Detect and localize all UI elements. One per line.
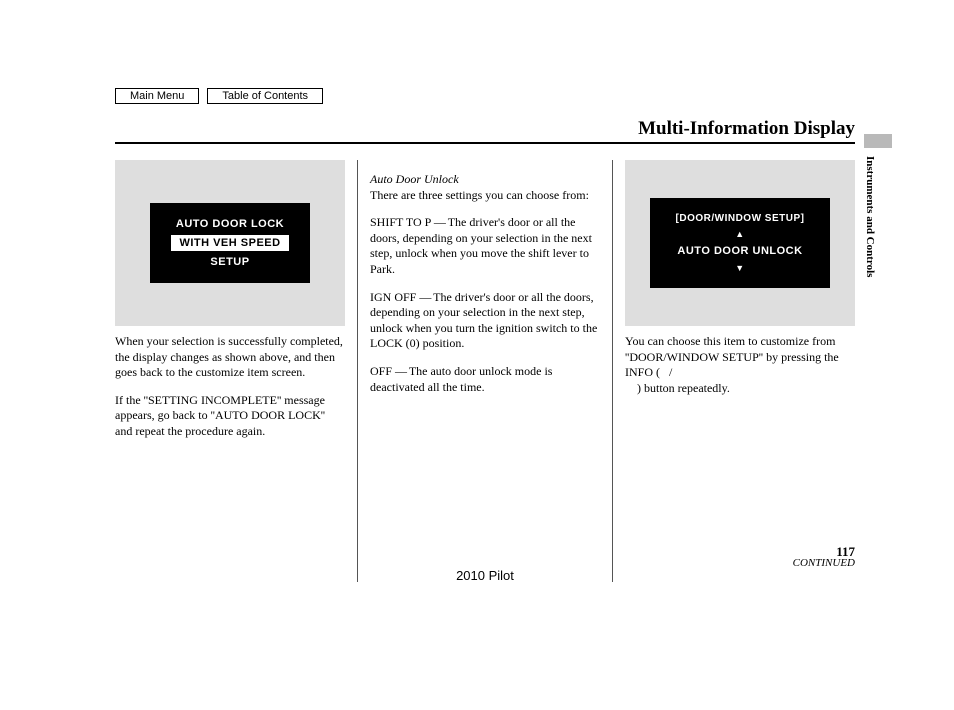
column-1: AUTO DOOR LOCK WITH VEH SPEED SETUP When…: [115, 160, 357, 582]
up-arrow-icon: ▲: [650, 229, 830, 241]
screen1-line3: SETUP: [150, 255, 310, 269]
col2-p2-label: SHIFT TO P: [370, 215, 431, 229]
screen1-line2-highlight: WITH VEH SPEED: [171, 235, 288, 251]
side-section-label: Instruments and Controls: [864, 156, 876, 277]
mid-screen-door-window: [DOOR/WINDOW SETUP] ▲ AUTO DOOR UNLOCK ▼: [650, 198, 830, 289]
col2-p3-label: IGN OFF: [370, 290, 416, 304]
three-columns: AUTO DOOR LOCK WITH VEH SPEED SETUP When…: [115, 160, 855, 582]
dash-icon: —: [395, 364, 406, 378]
column-3: [DOOR/WINDOW SETUP] ▲ AUTO DOOR UNLOCK ▼…: [612, 160, 855, 582]
col3-p1c: ) button repeatedly.: [637, 381, 730, 395]
page-title: Multi-Information Display: [115, 118, 855, 140]
column-2: Auto Door Unlock There are three setting…: [357, 160, 612, 582]
col3-p1b: /: [669, 365, 672, 379]
col3-para1: You can choose this item to customize fr…: [625, 334, 855, 396]
dash-icon: —: [434, 215, 445, 229]
main-menu-button[interactable]: Main Menu: [115, 88, 199, 104]
display-panel-2: [DOOR/WINDOW SETUP] ▲ AUTO DOOR UNLOCK ▼: [625, 160, 855, 326]
screen2-mid: AUTO DOOR UNLOCK: [650, 244, 830, 258]
screen1-line1: AUTO DOOR LOCK: [150, 217, 310, 231]
page-content: Main Menu Table of Contents Multi-Inform…: [115, 88, 855, 582]
display-panel-1: AUTO DOOR LOCK WITH VEH SPEED SETUP: [115, 160, 345, 326]
dash-icon: —: [419, 290, 430, 304]
col2-para4: OFF — The auto door unlock mode is deact…: [370, 364, 600, 395]
title-rule: [115, 142, 855, 144]
toc-button[interactable]: Table of Contents: [207, 88, 323, 104]
col2-subhead: Auto Door Unlock: [370, 172, 600, 188]
col2-para3: IGN OFF — The driver's door or all the d…: [370, 290, 600, 352]
screen2-top: [DOOR/WINDOW SETUP]: [650, 212, 830, 225]
col2-p4-label: OFF: [370, 364, 392, 378]
col2-para2: SHIFT TO P — The driver's door or all th…: [370, 215, 600, 277]
col2-para1: There are three settings you can choose …: [370, 188, 600, 204]
down-arrow-icon: ▼: [650, 263, 830, 275]
nav-buttons: Main Menu Table of Contents: [115, 88, 855, 104]
col1-para1: When your selection is successfully comp…: [115, 334, 345, 381]
side-tab: [864, 134, 892, 148]
footer-model: 2010 Pilot: [115, 568, 855, 583]
col1-para2: If the ''SETTING INCOMPLETE'' message ap…: [115, 393, 345, 440]
page-number: 117: [836, 544, 855, 560]
col3-p1a: You can choose this item to customize fr…: [625, 334, 839, 379]
mid-screen-auto-door-lock: AUTO DOOR LOCK WITH VEH SPEED SETUP: [150, 203, 310, 284]
